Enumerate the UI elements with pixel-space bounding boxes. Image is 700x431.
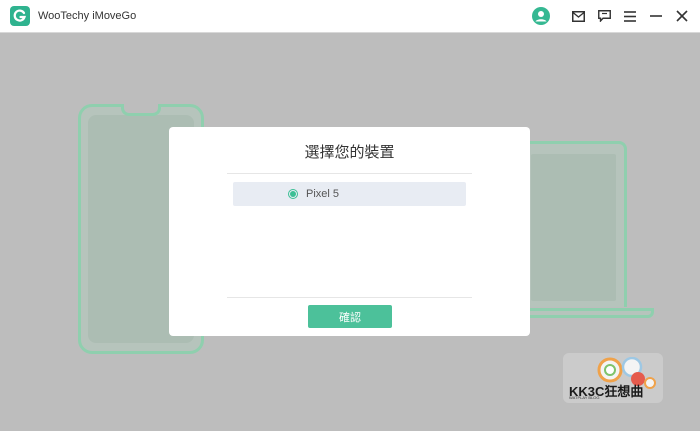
phone-notch	[121, 104, 161, 116]
watermark-logo: KK3C狂想曲 WATPLAY BLOG	[563, 353, 663, 403]
confirm-button[interactable]: 確認	[308, 305, 392, 328]
menu-icon[interactable]	[622, 8, 638, 24]
laptop-base	[510, 308, 654, 318]
dialog-divider-top	[227, 173, 472, 174]
device-label: Pixel 5	[306, 188, 340, 200]
select-device-dialog: 選擇您的裝置 Pixel 5 確認	[169, 127, 530, 336]
app-logo-icon	[10, 6, 30, 26]
dialog-divider-bottom	[227, 297, 472, 298]
mail-icon[interactable]	[570, 8, 586, 24]
laptop-screen	[531, 154, 616, 301]
device-list-item[interactable]: Pixel 5	[233, 182, 466, 206]
watermark-small-text: WATPLAY BLOG	[569, 395, 600, 400]
app-title: WooTechy iMoveGo	[38, 10, 137, 22]
title-bar: WooTechy iMoveGo	[0, 0, 700, 33]
minimize-icon[interactable]	[648, 8, 664, 24]
feedback-icon[interactable]	[596, 8, 612, 24]
device-radio-selected[interactable]	[288, 189, 298, 199]
laptop-illustration	[520, 141, 627, 307]
dialog-title: 選擇您的裝置	[304, 143, 395, 161]
titlebar-controls	[522, 0, 690, 32]
user-avatar-icon[interactable]	[532, 7, 550, 25]
radio-dot	[290, 191, 296, 197]
close-icon[interactable]	[674, 8, 690, 24]
